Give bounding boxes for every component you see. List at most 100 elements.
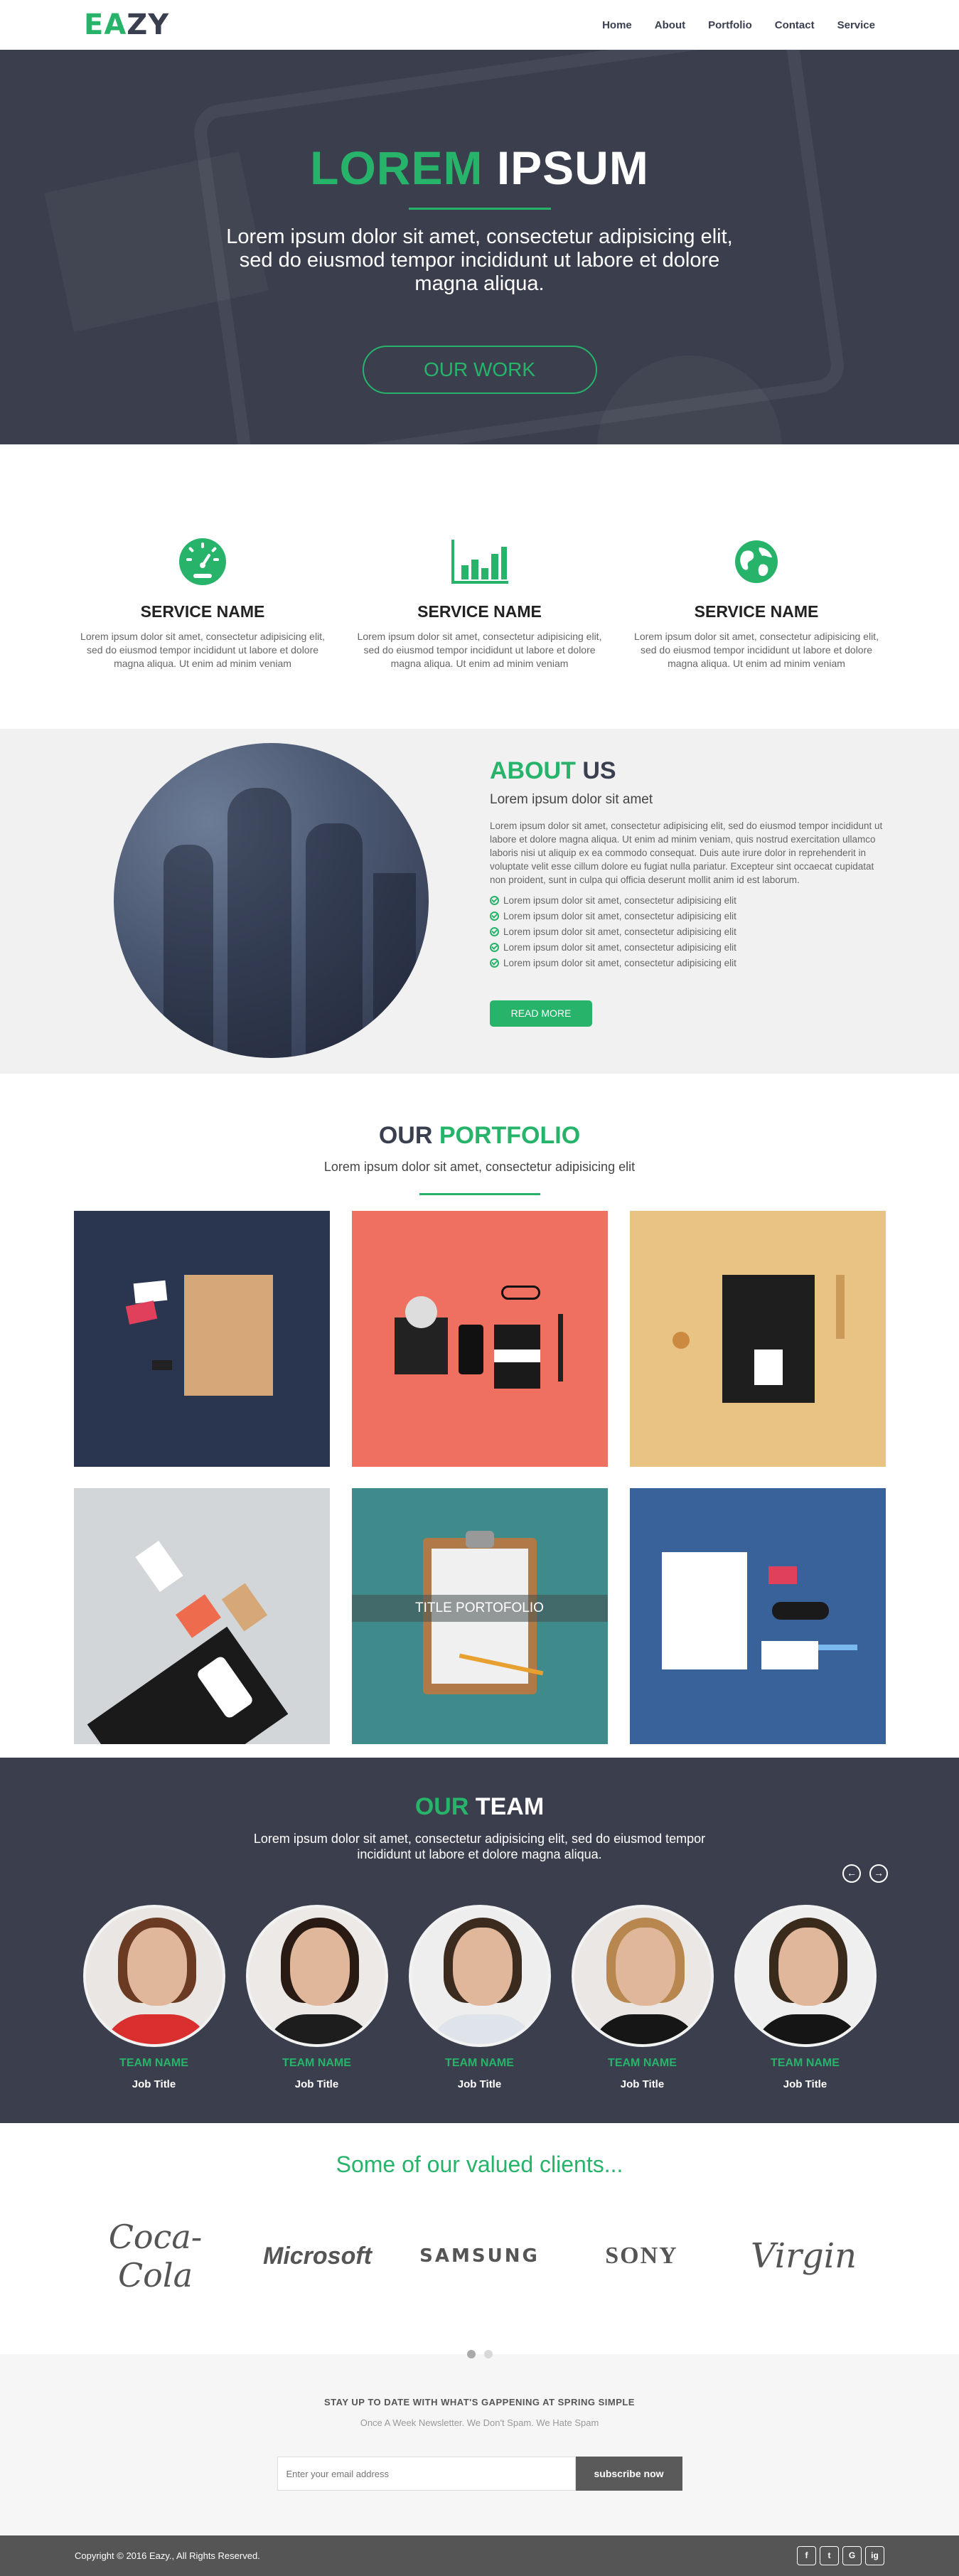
member-role: Job Title xyxy=(132,2078,176,2090)
list-item: Lorem ipsum dolor sit amet, consectetur … xyxy=(490,911,888,921)
logo-part-green: EA xyxy=(84,9,127,41)
facebook-icon[interactable]: f xyxy=(797,2546,816,2565)
about-paragraph: Lorem ipsum dolor sit amet, consectetur … xyxy=(490,821,883,885)
hero-divider xyxy=(408,208,551,210)
member-role: Job Title xyxy=(783,2078,827,2090)
social-links: f t G ig xyxy=(797,2546,884,2565)
gauge-icon xyxy=(71,537,334,587)
check-circle-icon xyxy=(490,943,499,952)
team-title-white: TEAM xyxy=(475,1793,545,1820)
member-name: TEAM NAME xyxy=(771,2057,840,2069)
portfolio-section: OUR PORTFOLIO Lorem ipsum dolor sit amet… xyxy=(0,1074,959,1758)
subscribe-button[interactable]: subscribe now xyxy=(575,2457,682,2491)
client-logo-microsoft: Microsoft xyxy=(263,2242,372,2270)
about-image-buildings xyxy=(114,743,429,1058)
copyright-text: Copyright © 2016 Eazy., All Rights Reser… xyxy=(75,2550,260,2561)
portfolio-tile[interactable]: TITLE PORTOFOLIO xyxy=(351,1488,608,1744)
portfolio-tile[interactable] xyxy=(73,1211,330,1467)
logo[interactable]: EAZY xyxy=(84,9,169,41)
client-logo-samsung: SAMSUNG xyxy=(419,2245,540,2267)
member-role: Job Title xyxy=(294,2078,339,2090)
nav-link-contact[interactable]: Contact xyxy=(775,19,815,31)
portfolio-tile[interactable] xyxy=(629,1488,886,1744)
avatar xyxy=(82,1905,225,2047)
check-circle-icon xyxy=(490,896,499,905)
portfolio-divider xyxy=(419,1193,540,1195)
avatar xyxy=(571,1905,714,2047)
member-name: TEAM NAME xyxy=(119,2057,188,2069)
service-text: Lorem ipsum dolor sit amet, consectetur … xyxy=(357,631,602,669)
client-logo-coca-cola: Coca-Cola xyxy=(108,2218,203,2294)
hero-title-green: LOREM xyxy=(310,141,483,194)
list-item: Lorem ipsum dolor sit amet, consectetur … xyxy=(490,958,888,968)
team-member[interactable]: TEAM NAME Job Title xyxy=(245,1905,388,2090)
about-title: ABOUT US xyxy=(490,757,888,785)
nav-link-about[interactable]: About xyxy=(655,19,685,31)
team-member[interactable]: TEAM NAME Job Title xyxy=(82,1905,225,2090)
portfolio-tile[interactable] xyxy=(73,1488,330,1744)
list-item: Lorem ipsum dolor sit amet, consectetur … xyxy=(490,895,888,906)
check-circle-icon xyxy=(490,927,499,936)
service-title: SERVICE NAME xyxy=(140,602,265,621)
logo-part-dark: ZY xyxy=(127,9,170,41)
arrow-right-icon[interactable]: → xyxy=(869,1864,888,1883)
nav-link-service[interactable]: Service xyxy=(837,19,875,31)
client-logo-virgin: Virgin xyxy=(750,2236,857,2276)
client-logo-sony: SONY xyxy=(605,2243,678,2269)
instagram-icon[interactable]: ig xyxy=(865,2546,884,2565)
services-section: SERVICE NAME Lorem ipsum dolor sit amet,… xyxy=(0,444,959,729)
list-item: Lorem ipsum dolor sit amet, consectetur … xyxy=(490,926,888,937)
portfolio-tile[interactable] xyxy=(351,1211,608,1467)
pagination-dot-active[interactable] xyxy=(466,2350,476,2358)
service-title: SERVICE NAME xyxy=(694,602,819,621)
check-circle-icon xyxy=(490,912,499,921)
portfolio-title: OUR PORTFOLIO xyxy=(0,1122,959,1150)
footer: Copyright © 2016 Eazy., All Rights Reser… xyxy=(0,2535,959,2576)
portfolio-tile[interactable] xyxy=(629,1211,886,1467)
our-work-button[interactable]: OUR WORK xyxy=(362,346,597,394)
avatar xyxy=(408,1905,551,2047)
member-name: TEAM NAME xyxy=(608,2057,677,2069)
hero-section: LOREM IPSUM Lorem ipsum dolor sit amet, … xyxy=(0,50,959,444)
nav-link-home[interactable]: Home xyxy=(602,19,632,31)
check-circle-icon xyxy=(490,958,499,968)
globe-icon xyxy=(625,537,888,587)
newsletter-heading: STAY UP TO DATE WITH WHAT'S GAPPENING AT… xyxy=(324,2397,635,2407)
team-carousel-controls: ← → xyxy=(842,1864,888,1883)
arrow-left-icon[interactable]: ← xyxy=(842,1864,861,1883)
team-members: TEAM NAME Job Title TEAM NAME Job Title … xyxy=(0,1905,959,2090)
client-logos: Coca-Cola Microsoft SAMSUNG SONY Virgin xyxy=(0,2218,959,2294)
bar-chart-icon xyxy=(348,537,611,587)
twitter-icon[interactable]: t xyxy=(820,2546,839,2565)
avatar xyxy=(734,1905,877,2047)
read-more-button[interactable]: READ MORE xyxy=(490,1000,592,1027)
avatar xyxy=(245,1905,388,2047)
google-plus-icon[interactable]: G xyxy=(842,2546,862,2565)
portfolio-subtitle: Lorem ipsum dolor sit amet, consectetur … xyxy=(323,1160,636,1174)
portfolio-grid: TITLE PORTOFOLIO xyxy=(0,1211,959,1744)
team-member[interactable]: TEAM NAME Job Title xyxy=(571,1905,714,2090)
list-item: Lorem ipsum dolor sit amet, consectetur … xyxy=(490,942,888,953)
portfolio-hover-caption: TITLE PORTOFOLIO xyxy=(351,1595,608,1622)
team-member[interactable]: TEAM NAME Job Title xyxy=(734,1905,877,2090)
team-subtitle: Lorem ipsum dolor sit amet, consectetur … xyxy=(253,1832,706,1861)
email-field[interactable] xyxy=(277,2457,576,2491)
pagination-dot[interactable] xyxy=(483,2350,493,2358)
portfolio-title-dark: OUR xyxy=(378,1122,433,1149)
portfolio-title-green: PORTFOLIO xyxy=(439,1122,581,1149)
nav-link-portfolio[interactable]: Portfolio xyxy=(708,19,752,31)
hero-subtitle: Lorem ipsum dolor sit amet, consectetur … xyxy=(226,225,733,295)
service-card: SERVICE NAME Lorem ipsum dolor sit amet,… xyxy=(348,537,611,729)
service-card: SERVICE NAME Lorem ipsum dolor sit amet,… xyxy=(625,537,888,729)
about-content: ABOUT US Lorem ipsum dolor sit amet Lore… xyxy=(490,757,888,1027)
service-text: Lorem ipsum dolor sit amet, consectetur … xyxy=(80,631,325,669)
hero-title: LOREM IPSUM xyxy=(0,50,959,195)
member-role: Job Title xyxy=(620,2078,665,2090)
team-title: OUR TEAM xyxy=(0,1758,959,1821)
newsletter-form: subscribe now xyxy=(0,2457,959,2491)
team-member[interactable]: TEAM NAME Job Title xyxy=(408,1905,551,2090)
member-role: Job Title xyxy=(457,2078,502,2090)
team-title-green: OUR xyxy=(414,1793,469,1820)
about-subtitle: Lorem ipsum dolor sit amet xyxy=(490,792,653,807)
member-name: TEAM NAME xyxy=(445,2057,514,2069)
